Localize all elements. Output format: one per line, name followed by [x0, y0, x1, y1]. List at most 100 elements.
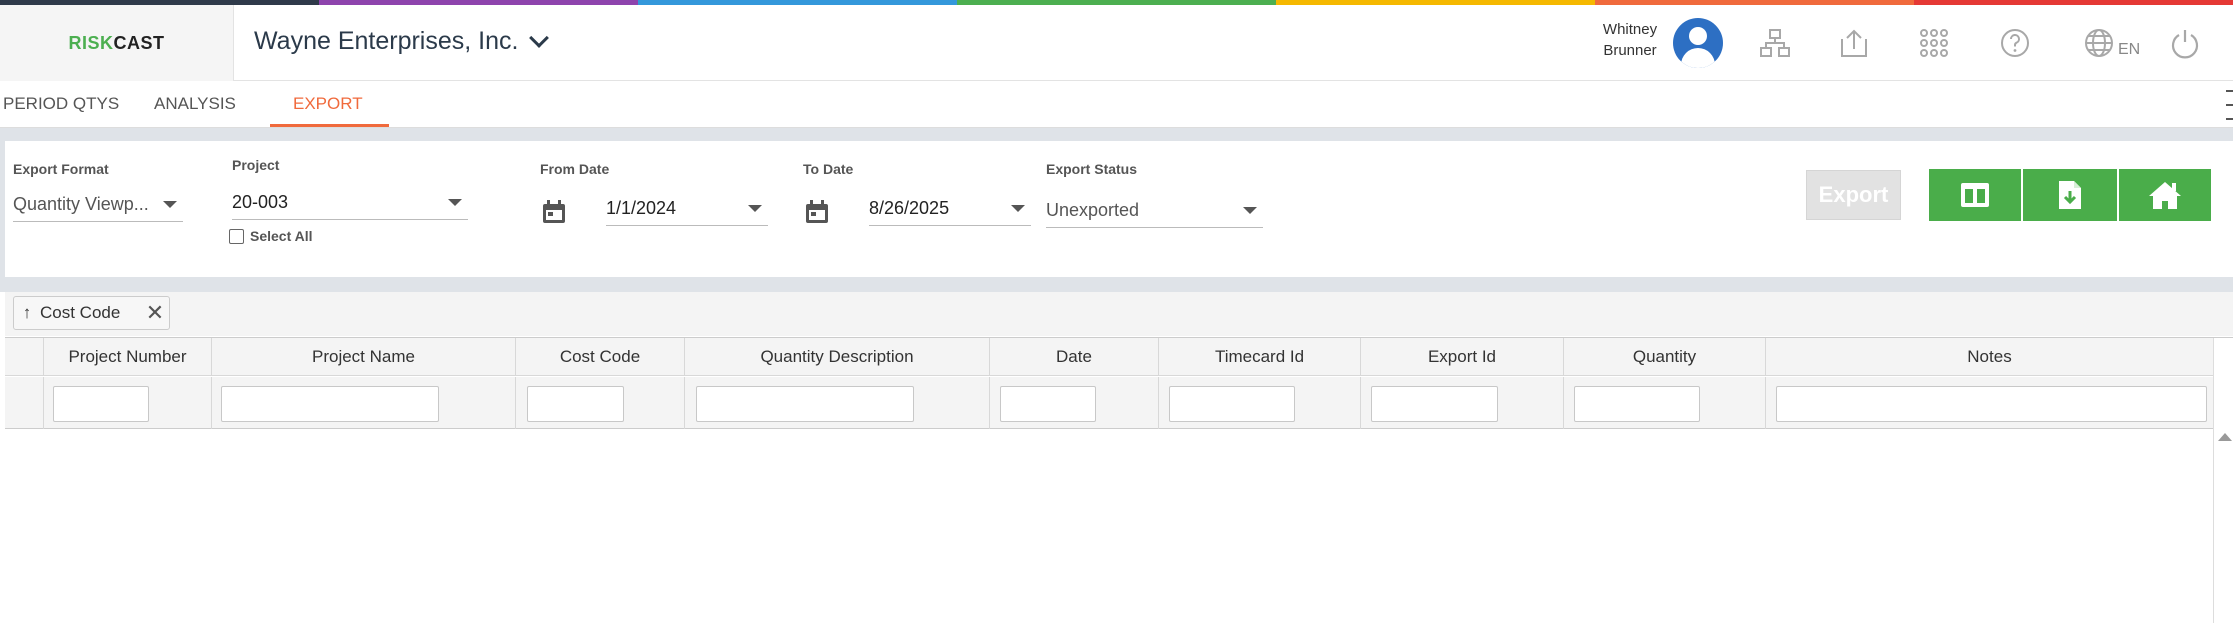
home-icon	[2149, 182, 2181, 209]
filter-cell	[989, 377, 1158, 429]
side-panel-toggle-icon[interactable]	[2226, 88, 2233, 122]
filter-input-quantity[interactable]	[1574, 386, 1700, 422]
select-all-row[interactable]: Select All	[229, 228, 313, 244]
globe-icon[interactable]	[2083, 27, 2115, 59]
filter-cell	[684, 377, 989, 429]
columns-icon	[1961, 183, 1989, 207]
column-header-label: Date	[1056, 347, 1092, 366]
sort-ascending-icon[interactable]: ↑	[14, 303, 40, 323]
user-last-name: Brunner	[1603, 42, 1657, 59]
logo-container[interactable]: RISKCAST	[0, 5, 234, 81]
app-header: RISKCAST Wayne Enterprises, Inc. Whitney…	[0, 5, 2233, 81]
active-tab-indicator	[270, 124, 389, 127]
filter-input-quantity-description[interactable]	[696, 386, 914, 422]
filter-input-date[interactable]	[1000, 386, 1096, 422]
riskcast-logo: RISKCAST	[68, 33, 164, 54]
language-code[interactable]: EN	[2118, 41, 2140, 59]
grid-header-row: Project Number Project Name Cost Code Qu…	[5, 338, 2213, 376]
group-chip-cost-code[interactable]: ↑ Cost Code ✕	[13, 296, 170, 330]
from-date-label: From Date	[540, 161, 610, 177]
org-chart-icon[interactable]	[1759, 27, 1791, 59]
tab-analysis[interactable]: ANALYSIS	[154, 94, 236, 114]
column-header-notes[interactable]: Notes	[1765, 338, 2213, 376]
caret-down-icon	[163, 201, 177, 208]
user-first-name: Whitney	[1602, 21, 1658, 38]
column-header-label: Quantity Description	[760, 347, 914, 366]
caret-down-icon	[448, 199, 462, 206]
group-by-bar	[5, 292, 2233, 336]
column-header-label: Quantity	[1632, 347, 1697, 366]
chevron-down-icon	[529, 27, 550, 48]
filter-input-notes[interactable]	[1776, 386, 2207, 422]
close-icon[interactable]: ✕	[141, 300, 169, 326]
filter-input-project-name[interactable]	[221, 386, 439, 422]
column-header-quantity[interactable]: Quantity	[1563, 338, 1765, 376]
export-status-label: Export Status	[1046, 161, 1138, 177]
column-header-timecard-id[interactable]: Timecard Id	[1158, 338, 1360, 376]
company-name: Wayne Enterprises, Inc.	[254, 27, 519, 55]
column-header-project-name[interactable]: Project Name	[211, 338, 515, 376]
filter-cell	[515, 377, 684, 429]
logo-part-cast: CAST	[113, 32, 165, 53]
caret-down-icon	[1243, 207, 1257, 214]
filter-cell	[211, 377, 515, 429]
column-header-cost-code[interactable]: Cost Code	[515, 338, 684, 376]
vertical-scrollbar[interactable]	[2213, 338, 2233, 623]
company-selector[interactable]: Wayne Enterprises, Inc.	[254, 27, 550, 56]
project-value: 20-003	[232, 192, 289, 212]
export-format-value: Quantity Viewp...	[13, 194, 149, 214]
filter-cell	[1158, 377, 1360, 429]
caret-down-icon	[748, 205, 762, 212]
from-date-input[interactable]: 1/1/2024	[606, 192, 768, 226]
column-header-label: Timecard Id	[1214, 347, 1305, 366]
calendar-icon[interactable]	[804, 199, 830, 225]
upload-icon[interactable]	[1838, 27, 1870, 59]
project-select[interactable]: 20-003	[232, 186, 468, 220]
export-format-select[interactable]: Quantity Viewp...	[13, 188, 183, 222]
download-button[interactable]	[2023, 169, 2117, 221]
column-header-date[interactable]: Date	[989, 338, 1158, 376]
column-header-project-number[interactable]: Project Number	[43, 338, 211, 376]
group-chip-label: Cost Code	[40, 303, 121, 322]
download-file-icon	[2059, 181, 2081, 209]
caret-down-icon	[1011, 205, 1025, 212]
filter-input-project-number[interactable]	[53, 386, 149, 422]
avatar-body	[1681, 48, 1715, 68]
avatar[interactable]	[1673, 18, 1723, 68]
tab-export[interactable]: EXPORT	[293, 94, 363, 114]
calendar-icon[interactable]	[541, 199, 567, 225]
logo-part-risk: RISK	[68, 32, 114, 53]
export-button[interactable]: Export	[1806, 170, 1901, 220]
filter-input-timecard-id[interactable]	[1169, 386, 1295, 422]
to-date-label: To Date	[803, 161, 854, 177]
select-all-checkbox[interactable]	[229, 228, 244, 244]
avatar-head	[1689, 27, 1707, 45]
to-date-value: 8/26/2025	[869, 198, 950, 218]
export-status-select[interactable]: Unexported	[1046, 194, 1263, 228]
row-indicator-filter	[5, 377, 43, 429]
tab-bar: PERIOD QTYS ANALYSIS EXPORT	[0, 82, 2233, 128]
grid-filter-row	[5, 377, 2213, 429]
row-indicator-header	[5, 338, 43, 376]
power-icon[interactable]	[2169, 27, 2201, 59]
home-button[interactable]	[2119, 169, 2211, 221]
help-icon[interactable]	[1999, 27, 2031, 59]
apps-grid-icon[interactable]	[1918, 27, 1950, 59]
to-date-input[interactable]: 8/26/2025	[869, 192, 1031, 226]
column-header-label: Project Number	[68, 347, 187, 366]
user-name: Whitney Brunner	[1600, 19, 1660, 61]
project-label: Project	[232, 157, 280, 173]
column-header-label: Export Id	[1427, 347, 1497, 366]
tab-period-qtys[interactable]: PERIOD QTYS	[3, 94, 119, 114]
filter-input-cost-code[interactable]	[527, 386, 624, 422]
filter-cell	[43, 377, 211, 429]
filter-cell	[1563, 377, 1765, 429]
column-header-quantity-description[interactable]: Quantity Description	[684, 338, 989, 376]
column-header-export-id[interactable]: Export Id	[1360, 338, 1563, 376]
export-format-label: Export Format	[13, 161, 109, 177]
filter-cell	[1765, 377, 2213, 429]
from-date-value: 1/1/2024	[606, 198, 677, 218]
columns-button[interactable]	[1929, 169, 2021, 221]
scroll-up-icon[interactable]	[2218, 433, 2232, 441]
filter-input-export-id[interactable]	[1371, 386, 1498, 422]
